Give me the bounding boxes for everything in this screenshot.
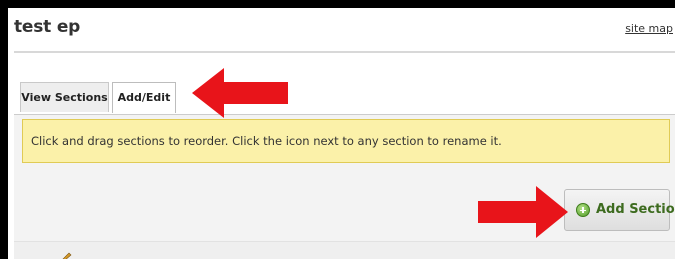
title-divider: [14, 51, 675, 53]
tab-add-edit[interactable]: Add/Edit: [112, 82, 176, 113]
pencil-icon[interactable]: [60, 251, 72, 259]
page-container: test ep site map View Sections Add/Edit …: [8, 8, 675, 259]
screenshot-frame: test ep site map View Sections Add/Edit …: [0, 0, 675, 259]
red-arrow-annotation-button: [478, 186, 568, 238]
instruction-notice: Click and drag sections to reorder. Clic…: [22, 119, 670, 163]
tab-view-sections[interactable]: View Sections: [20, 82, 109, 112]
add-section-label: Add Section: [596, 202, 675, 217]
site-map-link[interactable]: site map: [625, 22, 673, 35]
add-section-button[interactable]: Add Section: [564, 189, 675, 231]
section-list-row: [14, 241, 675, 259]
red-arrow-annotation-tab: [192, 68, 288, 118]
plus-circle-icon: [576, 203, 590, 217]
tab-bar: View Sections Add/Edit: [14, 78, 675, 120]
page-title: test ep: [14, 17, 81, 37]
